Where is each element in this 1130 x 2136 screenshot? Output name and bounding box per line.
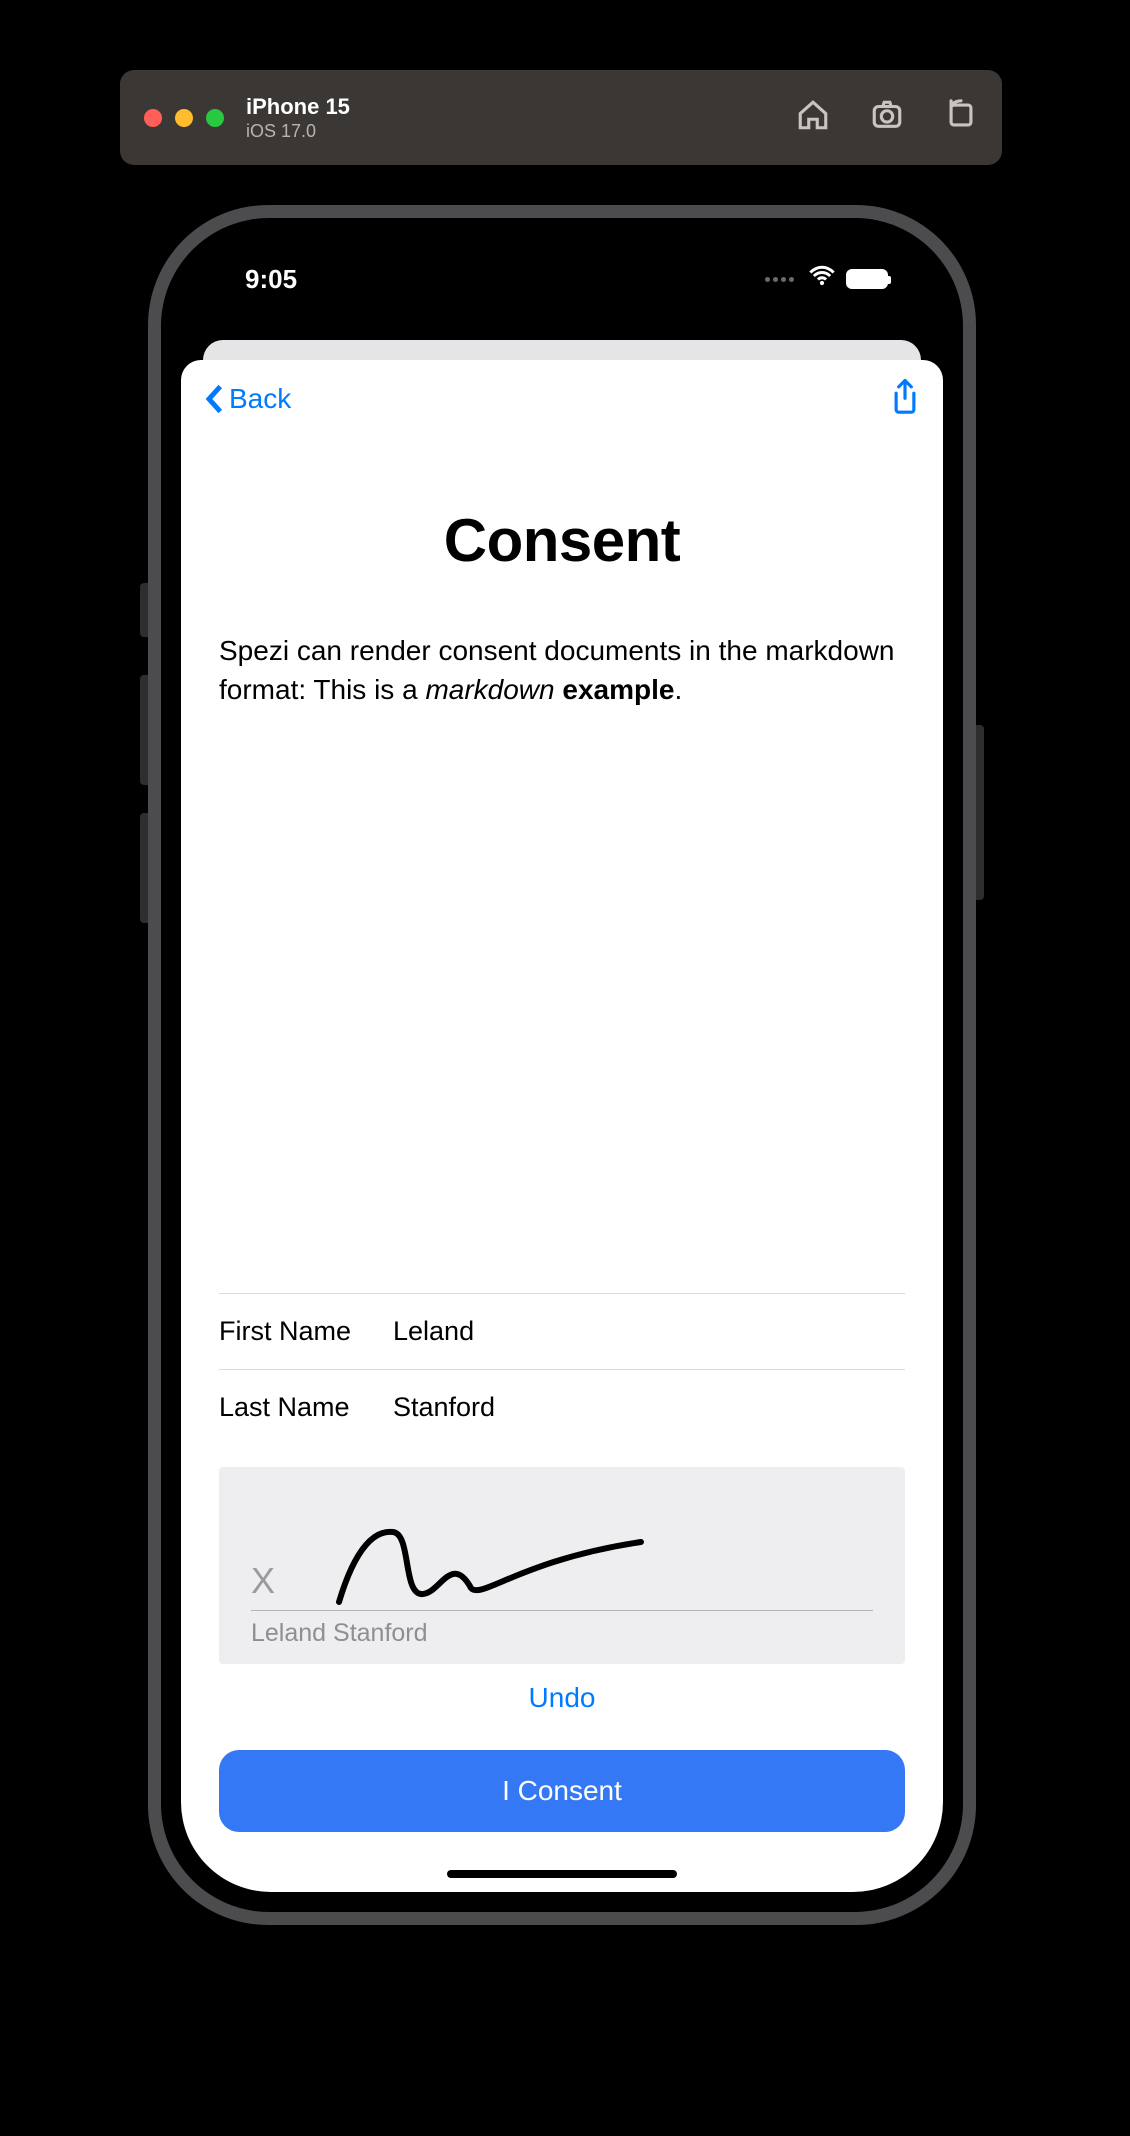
signature-x-mark: X [251,1560,275,1602]
dynamic-island [462,262,662,314]
chevron-left-icon [203,384,225,414]
window-zoom-button[interactable] [206,109,224,127]
undo-button[interactable]: Undo [219,1682,905,1714]
window-minimize-button[interactable] [175,109,193,127]
screenshot-icon[interactable] [870,98,904,137]
consent-sheet: Back Consent Spezi can render consent do… [181,360,943,1892]
body-bold-word: example [562,674,674,705]
signature-stroke [321,1500,661,1610]
side-button [976,725,984,900]
cellular-dots-icon [765,277,794,282]
signature-printed-name: Leland Stanford [251,1619,873,1648]
battery-icon [846,269,888,289]
side-button [140,583,148,637]
simulator-toolbar [796,98,978,137]
back-button[interactable]: Back [203,383,291,415]
simulator-title-block: iPhone 15 iOS 17.0 [246,93,796,143]
first-name-field[interactable]: Leland [393,1316,905,1347]
status-time: 9:05 [245,264,297,295]
phone-screen: 9:05 Back [181,238,943,1892]
consent-body: Spezi can render consent documents in th… [219,631,905,709]
last-name-field[interactable]: Stanford [393,1392,905,1423]
last-name-label: Last Name [219,1392,379,1423]
back-label: Back [229,383,291,415]
side-button [140,813,148,923]
first-name-label: First Name [219,1316,379,1347]
window-traffic-lights [144,109,224,127]
signature-box: X Leland Stanford [219,1467,905,1664]
body-italic-word: markdown [425,674,554,705]
page-title: Consent [219,506,905,575]
side-button [140,675,148,785]
phone-frame: 9:05 Back [148,205,976,1925]
first-name-row: First Name Leland [219,1293,905,1369]
home-indicator[interactable] [447,1870,677,1878]
consent-button[interactable]: I Consent [219,1750,905,1832]
rotate-icon[interactable] [944,98,978,137]
signature-input[interactable]: X [251,1491,873,1611]
last-name-row: Last Name Stanford [219,1369,905,1445]
wifi-icon [808,262,836,297]
simulator-os-version: iOS 17.0 [246,120,796,143]
simulator-device-name: iPhone 15 [246,93,796,121]
window-close-button[interactable] [144,109,162,127]
share-button[interactable] [889,378,921,421]
share-icon [889,378,921,416]
simulator-window-chrome: iPhone 15 iOS 17.0 [120,70,1002,165]
nav-bar: Back [181,360,943,438]
home-icon[interactable] [796,98,830,137]
